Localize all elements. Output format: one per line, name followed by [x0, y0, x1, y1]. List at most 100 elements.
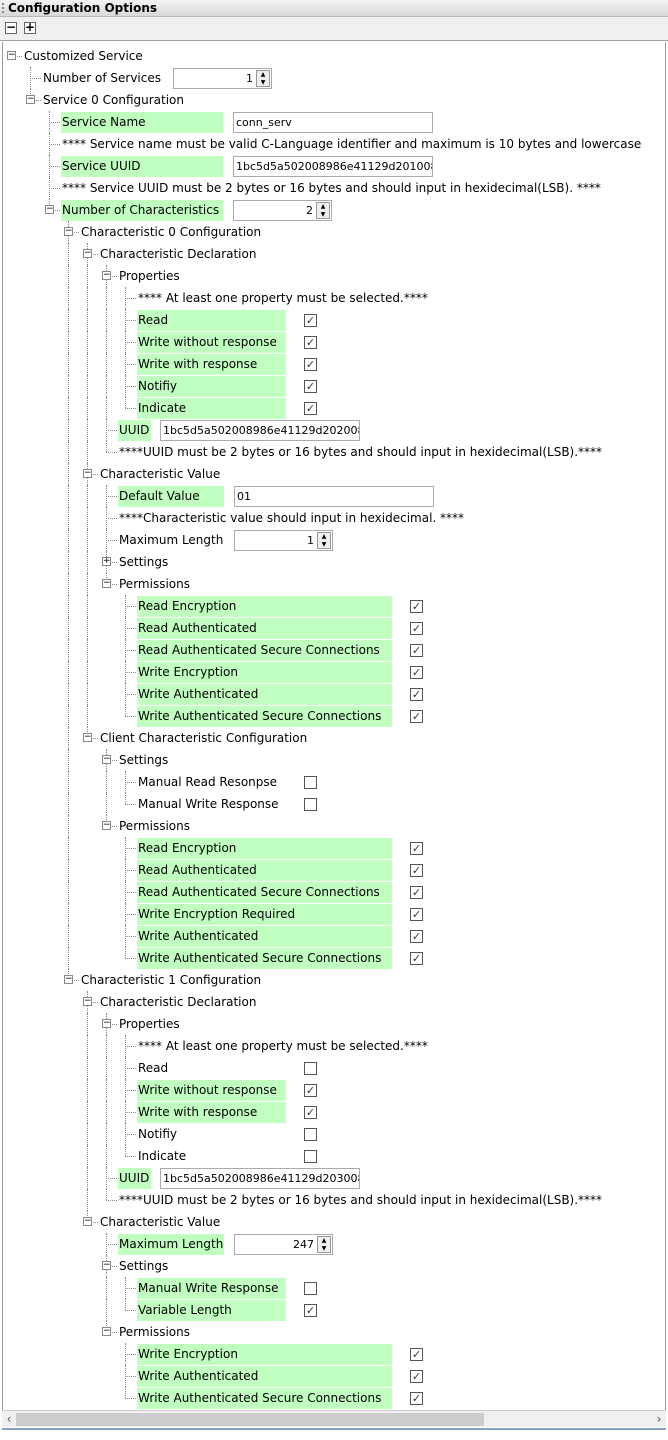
checkbox-checked[interactable]: ✓: [304, 1084, 317, 1097]
collapse-icon[interactable]: −: [7, 51, 16, 60]
checkbox-checked[interactable]: ✓: [410, 952, 423, 965]
tree-line: [125, 793, 126, 804]
tree-line: [68, 419, 69, 441]
spinner-value: 247: [293, 1238, 314, 1251]
collapse-icon[interactable]: −: [64, 975, 73, 984]
checkbox-unchecked[interactable]: [304, 1062, 317, 1075]
tree-connector: [125, 342, 136, 343]
checkbox-checked[interactable]: ✓: [410, 622, 423, 635]
checkbox-checked[interactable]: ✓: [304, 1304, 317, 1317]
collapse-icon[interactable]: −: [102, 1261, 111, 1270]
value-input[interactable]: 1bc5d5a502008986e41129d202008877: [160, 420, 360, 441]
collapse-icon[interactable]: −: [83, 733, 92, 742]
tree-line: [106, 287, 107, 309]
tree-line: [68, 331, 69, 353]
checkbox-checked[interactable]: ✓: [410, 1392, 423, 1405]
collapse-icon[interactable]: −: [26, 95, 35, 104]
row-label: ****Characteristic value should input in…: [119, 511, 465, 525]
tree-line: [68, 903, 69, 925]
number-spinner[interactable]: 1 ▲ ▼: [173, 68, 272, 89]
tree-connector: [125, 1046, 136, 1047]
checkbox-checked[interactable]: ✓: [410, 930, 423, 943]
expand-icon[interactable]: +: [102, 557, 111, 566]
tree-line: [68, 551, 69, 573]
checkbox-checked[interactable]: ✓: [410, 1370, 423, 1383]
number-spinner[interactable]: 2 ▲ ▼: [233, 200, 332, 221]
checkbox-checked[interactable]: ✓: [410, 1348, 423, 1361]
tree-connector: [125, 320, 136, 321]
collapse-icon[interactable]: −: [102, 755, 111, 764]
collapse-icon[interactable]: −: [102, 1019, 111, 1028]
setting-row: Read Authenticated Secure Connections ✓: [3, 881, 667, 903]
row-label: Properties: [119, 1017, 180, 1031]
expand-all-button[interactable]: +: [24, 21, 36, 34]
collapse-icon[interactable]: −: [83, 1217, 92, 1226]
value-input[interactable]: conn_serv: [233, 112, 433, 133]
checkbox-checked[interactable]: ✓: [410, 842, 423, 855]
scroll-right-icon[interactable]: ›: [652, 1411, 666, 1428]
value-input[interactable]: 1bc5d5a502008986e41129d201008877: [233, 156, 433, 177]
value-input[interactable]: 01: [234, 486, 434, 507]
checkbox-checked[interactable]: ✓: [304, 358, 317, 371]
collapse-icon[interactable]: −: [102, 1327, 111, 1336]
checkbox-checked[interactable]: ✓: [410, 908, 423, 921]
row-label: Permissions: [119, 1325, 190, 1339]
checkbox-checked[interactable]: ✓: [410, 644, 423, 657]
spin-up-down-icon[interactable]: ▲ ▼: [317, 532, 331, 549]
checkbox-checked[interactable]: ✓: [410, 600, 423, 613]
collapse-icon[interactable]: −: [83, 469, 92, 478]
collapse-icon[interactable]: −: [64, 227, 73, 236]
tree-line: [106, 309, 107, 331]
spin-up-down-icon[interactable]: ▲ ▼: [317, 1236, 331, 1253]
checkbox-checked[interactable]: ✓: [304, 1106, 317, 1119]
checkbox-checked[interactable]: ✓: [304, 314, 317, 327]
tree-connector: [106, 452, 117, 453]
collapse-all-button[interactable]: −: [5, 21, 17, 34]
checkbox-unchecked[interactable]: [304, 798, 317, 811]
horizontal-scrollbar[interactable]: ‹ ›: [2, 1410, 666, 1427]
tree-line: [87, 287, 88, 309]
tree-node: − Properties: [3, 1013, 667, 1035]
collapse-icon[interactable]: −: [102, 821, 111, 830]
tree-line: [68, 573, 69, 595]
info-row: ****UUID must be 2 bytes or 16 bytes and…: [3, 1189, 667, 1211]
tree-line: [68, 925, 69, 947]
spin-up-down-icon[interactable]: ▲ ▼: [256, 70, 270, 87]
value-input[interactable]: 1bc5d5a502008986e41129d203008877: [160, 1168, 360, 1189]
number-spinner[interactable]: 247 ▲ ▼: [234, 1234, 333, 1255]
setting-row: Notifiy: [3, 1123, 667, 1145]
checkbox-unchecked[interactable]: [304, 776, 317, 789]
tree-line: [87, 683, 88, 705]
collapse-icon[interactable]: −: [83, 249, 92, 258]
checkbox-checked[interactable]: ✓: [410, 688, 423, 701]
tree-line: [87, 617, 88, 639]
tree-line: [87, 265, 88, 287]
scrollbar-thumb[interactable]: [16, 1413, 484, 1426]
spin-up-down-icon[interactable]: ▲ ▼: [316, 202, 330, 219]
scroll-left-icon[interactable]: ‹: [2, 1411, 16, 1428]
drag-grip-icon[interactable]: [2, 3, 4, 13]
checkbox-checked[interactable]: ✓: [410, 666, 423, 679]
row-label: Customized Service: [24, 49, 143, 63]
setting-row: Read Encryption ✓: [3, 595, 667, 617]
checkbox-checked[interactable]: ✓: [410, 864, 423, 877]
tree-connector: [106, 540, 117, 541]
checkbox-unchecked[interactable]: [304, 1282, 317, 1295]
row-label: Indicate: [138, 1149, 187, 1163]
checkbox-unchecked[interactable]: [304, 1150, 317, 1163]
checkbox-checked[interactable]: ✓: [410, 886, 423, 899]
tree-line: [87, 1189, 88, 1211]
setting-row: Write with response ✓: [3, 1101, 667, 1123]
collapse-icon[interactable]: −: [102, 579, 111, 588]
collapse-icon[interactable]: −: [45, 205, 54, 214]
checkbox-checked[interactable]: ✓: [304, 402, 317, 415]
checkbox-checked[interactable]: ✓: [304, 336, 317, 349]
collapse-icon[interactable]: −: [83, 997, 92, 1006]
number-spinner[interactable]: 1 ▲ ▼: [234, 530, 333, 551]
collapse-icon[interactable]: −: [102, 271, 111, 280]
checkbox-checked[interactable]: ✓: [410, 710, 423, 723]
checkbox-unchecked[interactable]: [304, 1128, 317, 1141]
row-label: Read: [138, 1061, 169, 1075]
checkbox-checked[interactable]: ✓: [304, 380, 317, 393]
tree-line: [106, 1057, 107, 1079]
